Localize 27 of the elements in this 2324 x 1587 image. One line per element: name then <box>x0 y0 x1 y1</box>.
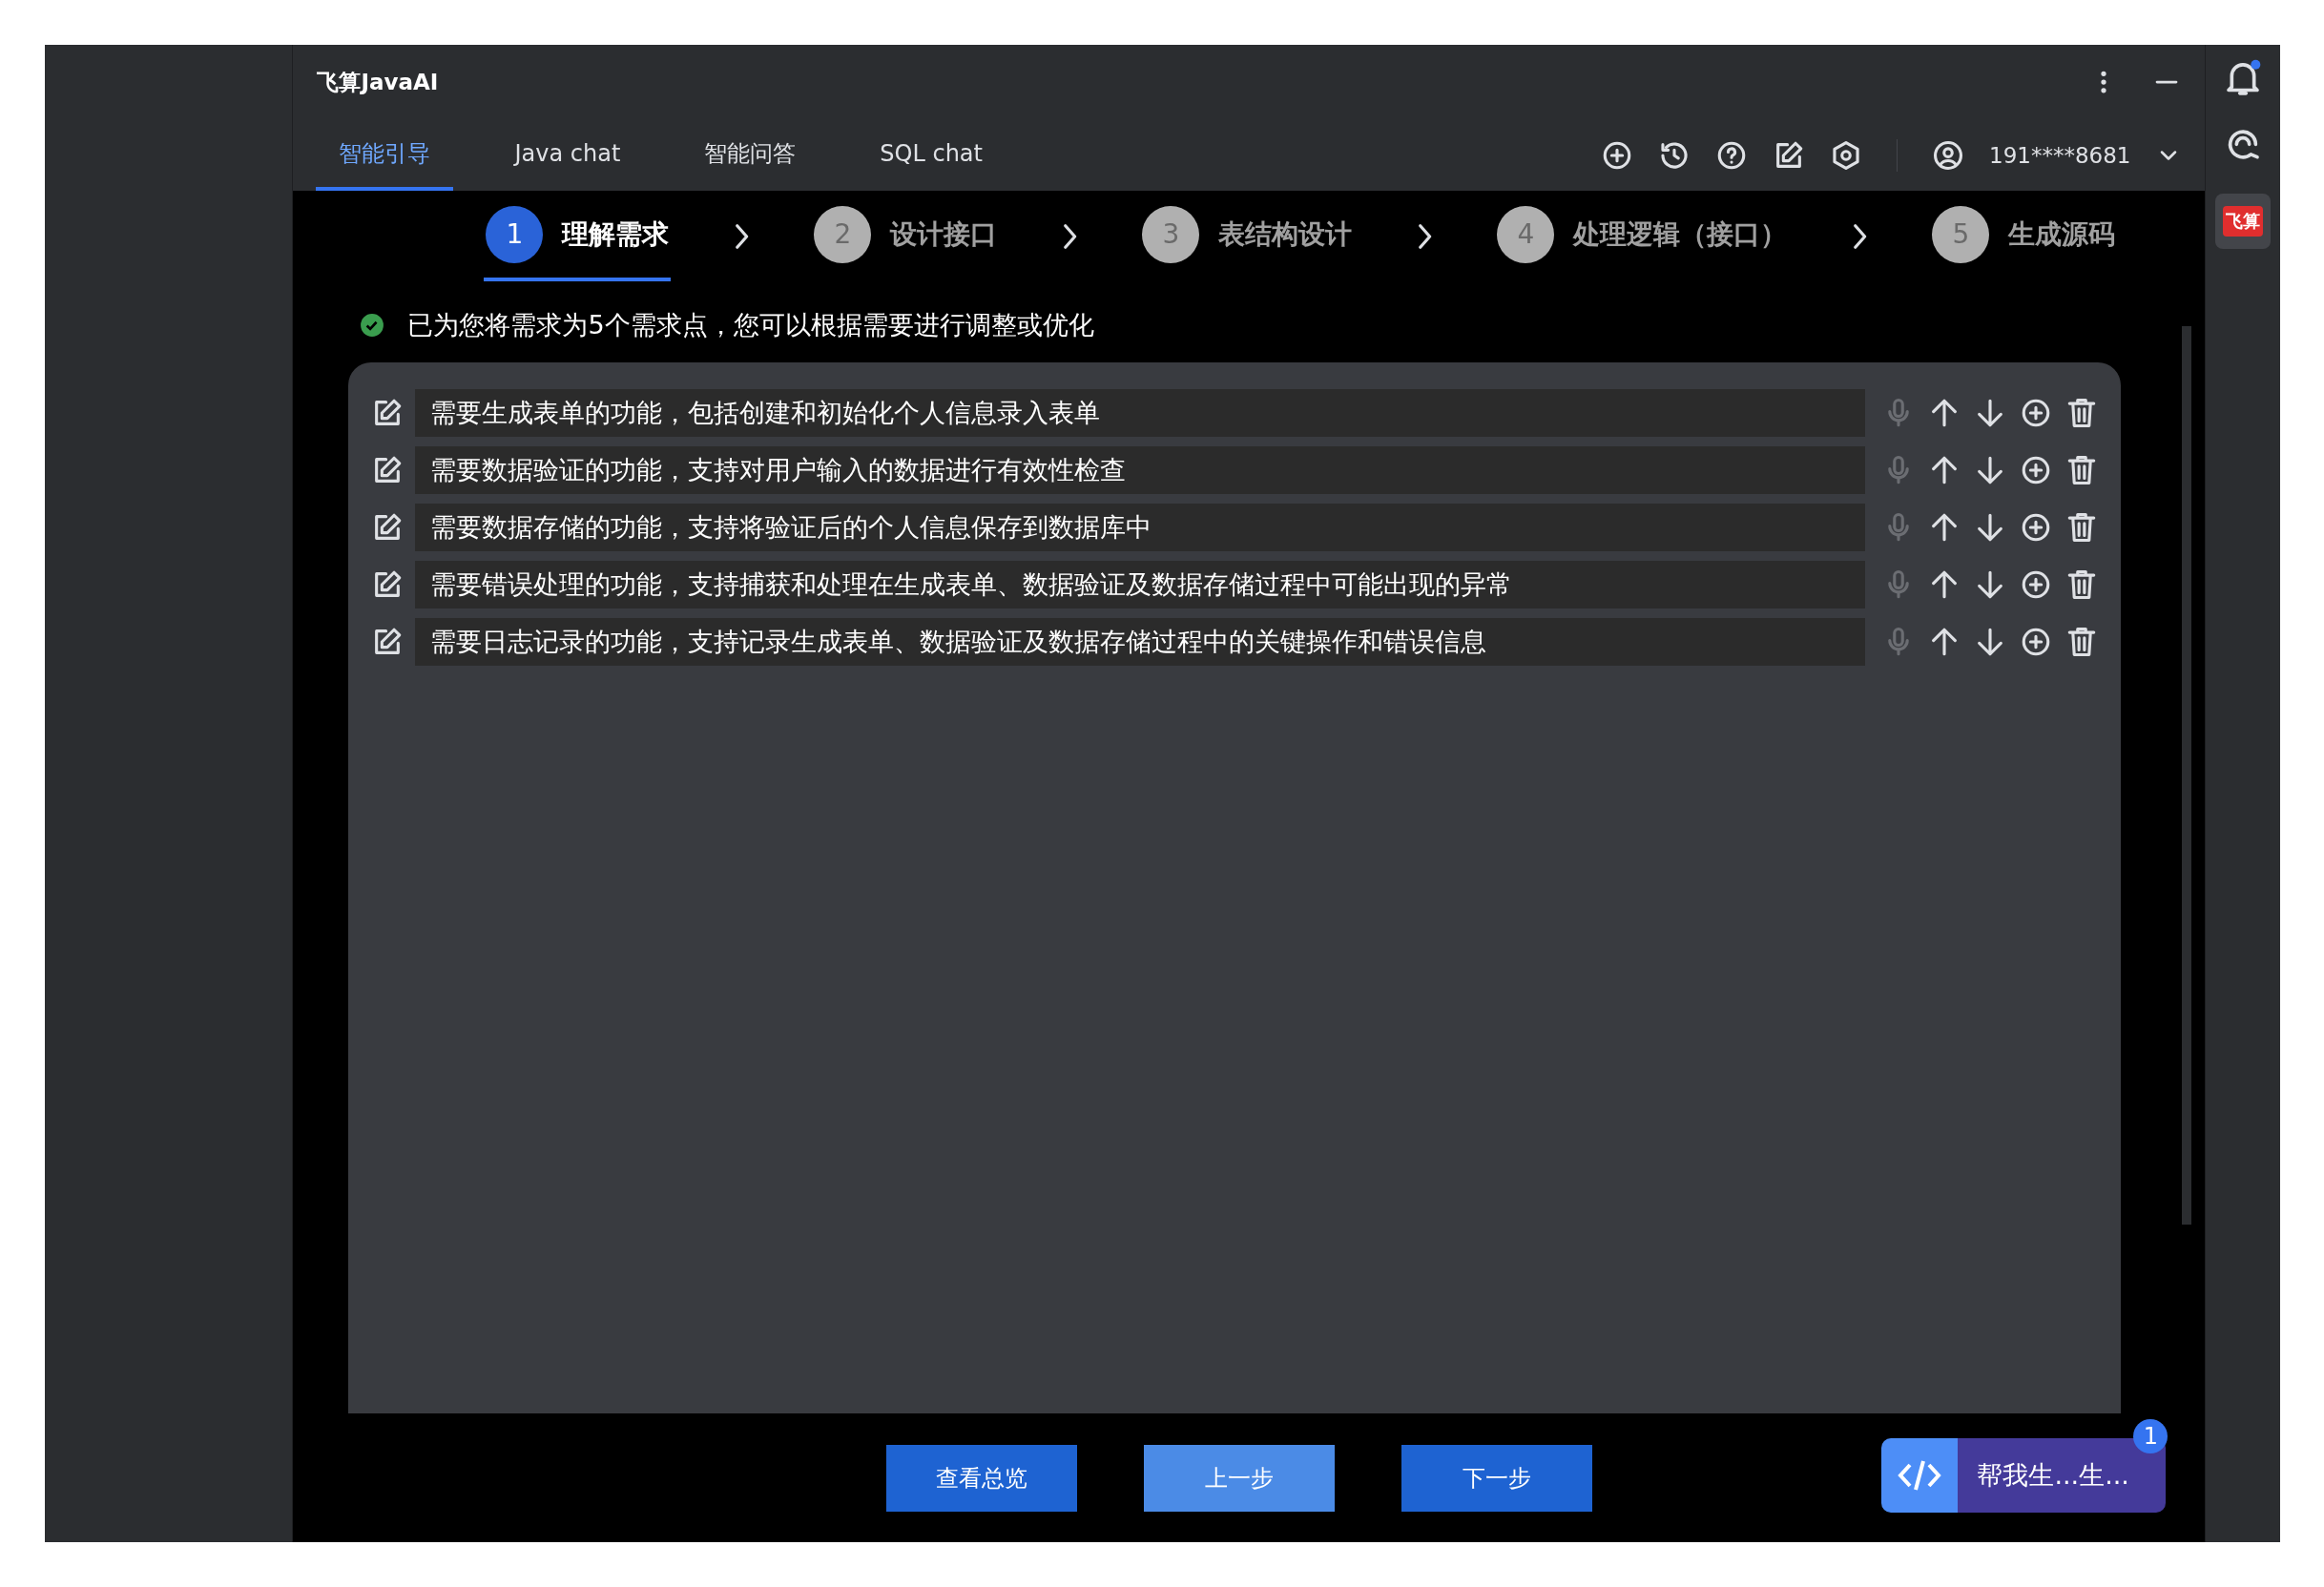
requirement-field[interactable]: 需要数据存储的功能，支持将验证后的个人信息保存到数据库中 <box>415 504 1866 551</box>
code-icon[interactable] <box>1881 1438 1959 1513</box>
step[interactable]: 2 设计接口 <box>812 191 1000 281</box>
step[interactable]: 5 生成源码 <box>1930 191 2118 281</box>
requirement-field[interactable]: 需要日志记录的功能，支持记录生成表单、数据验证及数据存储过程中的关键操作和错误信息 <box>415 618 1866 666</box>
tab[interactable]: Java chat <box>491 119 644 191</box>
account-name: 191****8681 <box>1989 142 2131 168</box>
step[interactable]: 1 理解需求 <box>484 191 672 281</box>
tab[interactable]: SQL chat <box>857 119 1006 191</box>
step-button[interactable]: 下一步 <box>1401 1444 1593 1512</box>
check-icon <box>360 313 385 338</box>
step[interactable]: 3 表结构设计 <box>1140 191 1355 281</box>
scrollbar[interactable] <box>2182 326 2192 1225</box>
settings-icon[interactable] <box>1830 138 1862 172</box>
step-button[interactable]: 查看总览 <box>886 1444 1078 1512</box>
status-message: 已为您将需求为5个需求点，您可以根据需要进行调整或优化 <box>407 309 1094 341</box>
tab[interactable]: 智能引导 <box>316 119 454 191</box>
step[interactable]: 4 处理逻辑（接口） <box>1495 191 1790 281</box>
plugin-logo[interactable]: 飞算 <box>2215 194 2272 249</box>
requirement-field[interactable]: 需要错误处理的功能，支持捕获和处理在生成表单、数据验证及数据存储过程中可能出现的异常 <box>415 561 1866 608</box>
notification-badge: 1 <box>2133 1419 2168 1453</box>
user-icon[interactable] <box>1932 138 1964 172</box>
window-title: 飞算JavaAI <box>317 68 439 96</box>
bell-icon[interactable] <box>2224 58 2263 98</box>
tab[interactable]: 智能问答 <box>681 119 820 191</box>
requirement-field[interactable]: 需要生成表单的功能，包括创建和初始化个人信息录入表单 <box>415 389 1866 437</box>
requirement-field[interactable]: 需要数据验证的功能，支持对用户输入的数据进行有效性检查 <box>415 446 1866 494</box>
